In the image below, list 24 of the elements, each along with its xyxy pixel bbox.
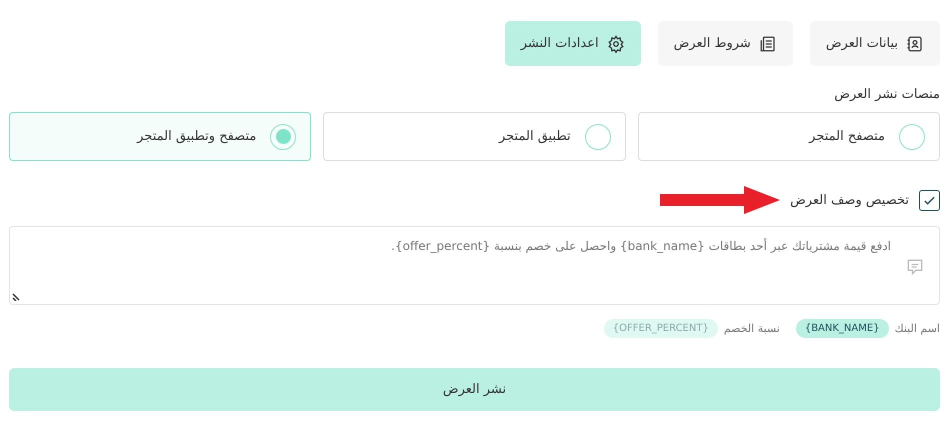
platform-option[interactable]: متصفح وتطبيق المتجر [9, 112, 312, 161]
radio-button[interactable] [899, 124, 925, 150]
arrow-icon [660, 186, 780, 214]
tab[interactable]: اعدادات النشر [504, 21, 641, 66]
comment-icon [905, 257, 925, 277]
tab[interactable]: شروط العرض [658, 21, 793, 66]
publish-button[interactable]: نشر العرض [9, 368, 940, 411]
variable-label: نسبة الخصم [724, 322, 780, 335]
checkbox[interactable] [919, 190, 940, 210]
radio-button[interactable] [270, 124, 296, 150]
variable-label: اسم البنك [894, 322, 940, 335]
radio-button[interactable] [584, 124, 611, 150]
contact-book-icon [906, 34, 924, 52]
checkbox-label: تخصيص وصف العرض [790, 192, 909, 208]
section-label: منصات نشر العرض [833, 87, 940, 102]
description-field[interactable]: ادفع قيمة مشترياتك عبر أحد بطاقات {bank_name} واحصل على خصم بنسبة {offer_percent}. [9, 226, 940, 305]
variable-tag[interactable]: {BANK_NAME} [796, 319, 889, 338]
platform-option[interactable]: تطبيق المتجر [323, 112, 626, 161]
description-text: ادفع قيمة مشترياتك عبر أحد بطاقات {bank_name} واحصل على خصم بنسبة {offer_percent}. [390, 237, 891, 255]
platform-option[interactable]: متصفح المتجر [638, 112, 940, 161]
settings-icon [606, 34, 625, 52]
tab[interactable]: بيانات العرض [810, 21, 940, 66]
resize-handle-icon[interactable] [12, 291, 22, 301]
document-icon [758, 34, 777, 52]
